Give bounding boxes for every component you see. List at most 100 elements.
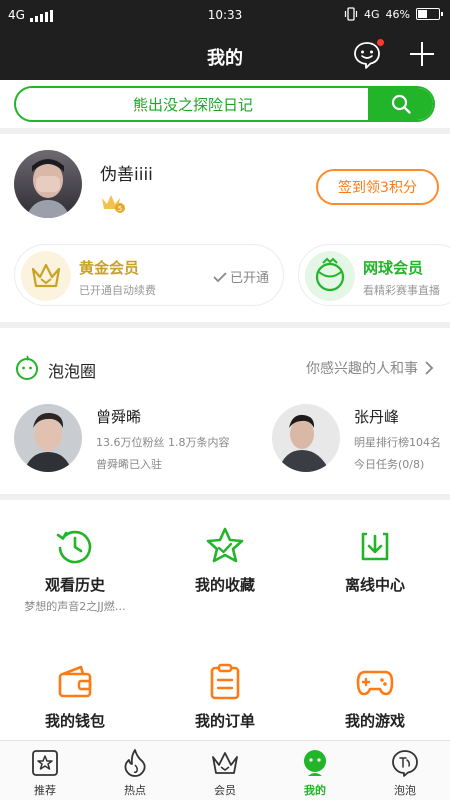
star-card-1[interactable]: 曾舜晞 13.6万位粉丝 1.8万条内容 曾舜晞已入驻 — [14, 402, 264, 474]
gamepad-icon — [355, 662, 395, 702]
status-right: 4G 46% — [344, 7, 443, 21]
bottom-tab-bar: 推荐 热点 会员 我的 泡泡 — [0, 740, 450, 800]
bubble-icon — [390, 748, 420, 778]
notification-dot — [377, 39, 384, 46]
history-icon-graphic — [56, 530, 92, 564]
vibrate-icon — [344, 7, 358, 21]
plus-icon — [410, 42, 434, 66]
star-avatar-image — [272, 404, 340, 472]
grid-label: 我的钱包 — [44, 712, 105, 730]
vip-level-text: 5 — [118, 205, 122, 213]
tennis-membership-title: 网球会员 — [363, 259, 424, 277]
gamepad-icon-graphic — [356, 670, 394, 696]
message-button[interactable] — [352, 39, 384, 70]
tab-label: 会员 — [214, 784, 236, 797]
crown-icon-graphic — [31, 263, 61, 288]
star-name: 曾舜晞 — [96, 408, 142, 426]
tab-bubble[interactable]: 泡泡 — [360, 741, 450, 800]
tennis-icon — [305, 251, 355, 301]
star-status: 曾舜晞已入驻 — [96, 458, 162, 471]
add-button[interactable] — [408, 40, 436, 68]
history-icon — [55, 526, 95, 566]
star-card-2[interactable]: 张丹峰 明星排行榜104名 今日任务(0/8) — [272, 402, 448, 474]
tab-label: 热点 — [124, 784, 146, 797]
star-name: 张丹峰 — [354, 408, 400, 426]
gold-crown-icon — [21, 251, 71, 301]
divider — [0, 128, 450, 134]
wallet-icon-graphic — [58, 665, 92, 698]
divider — [0, 494, 450, 500]
order-icon — [205, 662, 245, 702]
star-avatar — [272, 404, 340, 472]
star-avatar — [14, 404, 82, 472]
avatar-image — [14, 150, 82, 218]
download-icon — [355, 526, 395, 566]
bubble-icon-graphic — [392, 750, 418, 777]
recommend-icon-graphic — [32, 750, 58, 776]
bubble-section-title: 泡泡圈 — [48, 362, 97, 381]
status-bar: 4G 10:33 4G 46% — [0, 0, 450, 30]
gold-membership-subtitle: 已开通自动续费 — [79, 284, 156, 297]
search-icon — [391, 94, 411, 114]
star-ranking: 明星排行榜104名 — [354, 436, 441, 449]
bubble-more-label: 你感兴趣的人和事 — [306, 361, 418, 377]
gold-membership-status-text: 已开通 — [229, 271, 269, 286]
grid-label: 观看历史 — [44, 576, 105, 594]
grid-label: 我的收藏 — [194, 576, 255, 594]
star-task: 今日任务(0/8) — [354, 458, 425, 471]
tab-member[interactable]: 会员 — [180, 741, 270, 800]
search-bar — [14, 86, 435, 122]
profile-icon — [300, 748, 330, 778]
grid-label: 离线中心 — [344, 576, 405, 594]
tab-label: 泡泡 — [394, 784, 416, 797]
recommend-icon — [30, 748, 60, 778]
bubble-logo-icon — [14, 354, 40, 380]
flame-icon — [120, 748, 150, 778]
star-stats: 13.6万位粉丝 1.8万条内容 — [96, 436, 230, 449]
star-avatar-image — [14, 404, 82, 472]
profile-icon-graphic — [304, 750, 326, 776]
battery-icon — [416, 8, 443, 20]
grid-label: 我的游戏 — [344, 712, 405, 730]
user-avatar[interactable] — [14, 150, 82, 218]
grid-label: 我的订单 — [194, 712, 255, 730]
chevron-right-icon — [425, 361, 434, 375]
divider — [0, 322, 450, 328]
gold-membership-card[interactable]: 黄金会员 已开通自动续费 已开通 — [14, 244, 284, 306]
bubble-more-link[interactable]: 你感兴趣的人和事 — [306, 358, 434, 378]
watch-history-item[interactable]: 观看历史 梦想的声音2之JJ燃… — [0, 526, 150, 636]
order-icon-graphic — [210, 663, 240, 700]
wallet-icon — [55, 662, 95, 702]
favorites-item[interactable]: 我的收藏 — [150, 526, 300, 636]
tab-hot[interactable]: 热点 — [90, 741, 180, 800]
vip-level-badge: 5 — [100, 192, 126, 214]
crown-icon — [210, 748, 240, 778]
gold-membership-title: 黄金会员 — [79, 259, 140, 277]
tennis-membership-card[interactable]: 网球会员 看精彩赛事直播 — [298, 244, 450, 306]
top-nav-bar: 我的 — [0, 30, 450, 80]
page-title: 我的 — [207, 48, 243, 69]
battery-percent: 46% — [385, 7, 410, 21]
tennis-membership-subtitle: 看精彩赛事直播 — [363, 284, 440, 297]
tab-label: 我的 — [304, 784, 326, 797]
tab-label: 推荐 — [34, 784, 56, 797]
download-icon-graphic — [361, 532, 389, 561]
bubble-logo-graphic — [16, 355, 38, 380]
tab-mine[interactable]: 我的 — [270, 741, 360, 800]
check-icon — [213, 271, 227, 282]
crown-icon-graphic — [212, 752, 238, 774]
tennis-icon-graphic — [315, 257, 345, 292]
star-icon-graphic — [206, 527, 244, 563]
search-input[interactable] — [16, 88, 370, 120]
search-button[interactable] — [368, 88, 433, 120]
star-icon — [205, 526, 245, 566]
offline-center-item[interactable]: 离线中心 — [300, 526, 450, 636]
network-right-label: 4G — [364, 7, 380, 21]
signin-button[interactable]: 签到领3积分 — [316, 169, 439, 205]
tab-recommend[interactable]: 推荐 — [0, 741, 90, 800]
grid-sublabel: 梦想的声音2之JJ燃… — [24, 600, 126, 613]
crown-badge-icon: 5 — [102, 195, 125, 213]
username: 伪善iiii — [100, 165, 153, 185]
battery-fill — [418, 10, 427, 18]
gold-membership-status: 已开通 — [213, 267, 269, 286]
